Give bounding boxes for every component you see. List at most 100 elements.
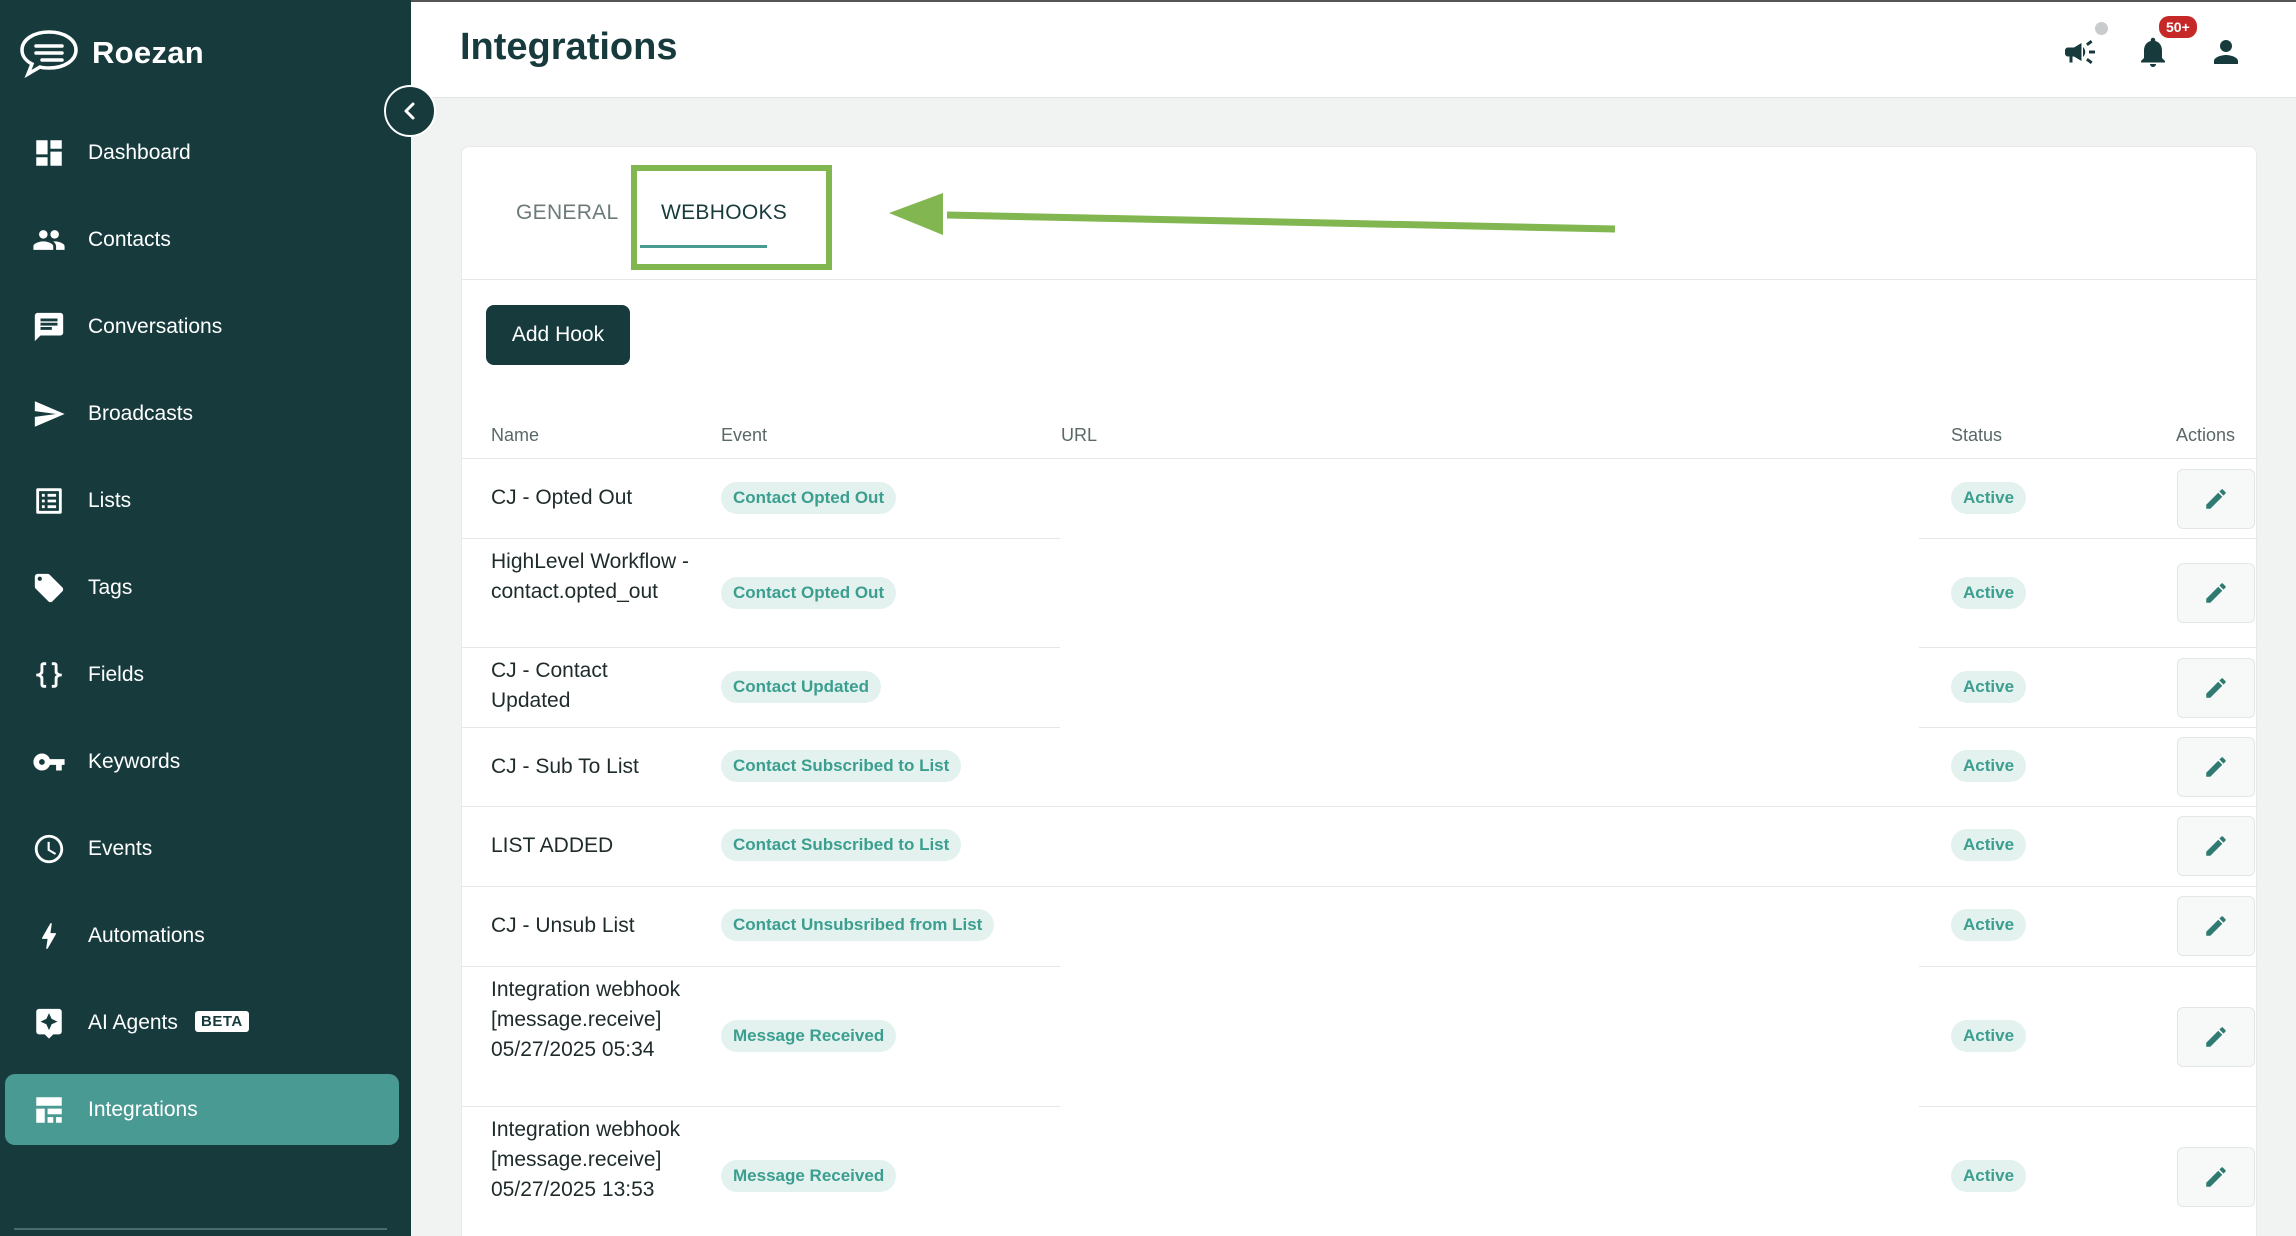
bell-icon[interactable] bbox=[2135, 34, 2171, 70]
sidebar-item-label: AI Agents bbox=[88, 1010, 178, 1034]
logo-chat-icon bbox=[20, 30, 78, 78]
sidebar-item-label: Keywords bbox=[88, 749, 181, 773]
sidebar-item-integrations[interactable]: Integrations bbox=[5, 1074, 399, 1145]
sidebar-item-events[interactable]: Events bbox=[5, 813, 399, 884]
event-badge: Contact Opted Out bbox=[721, 577, 897, 609]
pencil-icon bbox=[2206, 1167, 2226, 1187]
event-badge: Contact Subscribed to List bbox=[721, 829, 962, 861]
sparkle-icon bbox=[31, 1005, 67, 1041]
hook-name: CJ - Unsub List bbox=[491, 914, 635, 937]
top-header: Integrations 50+ bbox=[411, 0, 2296, 98]
column-header-actions: Actions bbox=[2176, 425, 2236, 445]
sidebar: Roezan Dashboard Contacts Conversations … bbox=[0, 0, 411, 1236]
column-header-event: Event bbox=[721, 425, 768, 445]
table-row: CJ - Opted Out Contact Opted Out Active bbox=[462, 459, 2258, 538]
column-header-status: Status bbox=[1951, 425, 2003, 445]
megaphone-icon[interactable] bbox=[2062, 34, 2098, 70]
sidebar-item-contacts[interactable]: Contacts bbox=[5, 204, 399, 275]
edit-button[interactable] bbox=[2177, 896, 2255, 956]
status-badge: Active bbox=[1951, 1020, 2027, 1052]
sidebar-item-conversations[interactable]: Conversations bbox=[5, 291, 399, 362]
list-icon bbox=[31, 483, 67, 519]
tag-icon bbox=[31, 570, 67, 606]
pencil-icon bbox=[2206, 916, 2226, 936]
event-badge: Contact Unsubsribed from List bbox=[721, 909, 995, 941]
tab-general[interactable]: GENERAL bbox=[516, 201, 618, 225]
sidebar-item-label: Integrations bbox=[88, 1097, 198, 1121]
dashboard-icon bbox=[31, 135, 67, 171]
status-badge: Active bbox=[1951, 829, 2027, 861]
annotation-highlight-box bbox=[631, 165, 832, 270]
sidebar-item-automations[interactable]: Automations bbox=[5, 900, 399, 971]
pencil-icon bbox=[2206, 583, 2226, 603]
hook-name: LIST ADDED bbox=[491, 834, 614, 857]
chevron-left-icon bbox=[404, 102, 415, 120]
sidebar-item-ai-agents[interactable]: AI Agents BETA bbox=[5, 987, 399, 1058]
sidebar-item-broadcasts[interactable]: Broadcasts bbox=[5, 378, 399, 449]
pencil-icon bbox=[2206, 678, 2226, 698]
pencil-icon bbox=[2206, 757, 2226, 777]
brand[interactable]: Roezan bbox=[18, 28, 204, 78]
beta-badge: BETA bbox=[195, 1011, 249, 1032]
status-badge: Active bbox=[1951, 577, 2027, 609]
add-hook-button[interactable]: Add Hook bbox=[486, 305, 630, 365]
sidebar-item-fields[interactable]: Fields bbox=[5, 639, 399, 710]
event-badge: Contact Opted Out bbox=[721, 482, 897, 514]
table-row: CJ - Unsub List Contact Unsubsribed from… bbox=[462, 887, 2258, 966]
sidebar-item-label: Lists bbox=[88, 488, 132, 512]
hook-name: CJ - Sub To List bbox=[491, 755, 639, 778]
sidebar-item-lists[interactable]: Lists bbox=[5, 465, 399, 536]
key-icon bbox=[31, 744, 67, 780]
event-badge: Message Received bbox=[721, 1020, 897, 1052]
table-row: Integration webhook [message.receive] 05… bbox=[462, 967, 2258, 1106]
integrations-icon bbox=[31, 1092, 67, 1128]
edit-button[interactable] bbox=[2177, 1007, 2255, 1067]
edit-button[interactable] bbox=[2177, 1147, 2255, 1207]
column-header-url: URL bbox=[1061, 425, 1098, 445]
sidebar-item-label: Fields bbox=[88, 662, 145, 686]
conversations-icon bbox=[31, 309, 67, 345]
status-badge: Active bbox=[1951, 671, 2027, 703]
status-badge: Active bbox=[1951, 482, 2027, 514]
collapse-sidebar-button[interactable] bbox=[384, 85, 436, 137]
pencil-icon bbox=[2206, 1027, 2226, 1047]
braces-icon bbox=[31, 657, 67, 693]
table-row: CJ - Sub To List Contact Subscribed to L… bbox=[462, 728, 2258, 806]
edit-button[interactable] bbox=[2177, 737, 2255, 797]
edit-button[interactable] bbox=[2177, 563, 2255, 623]
table-row: HighLevel Workflow - contact.opted_out C… bbox=[462, 539, 2258, 647]
hook-name: CJ - Contact Updated bbox=[491, 659, 608, 712]
pencil-icon bbox=[2206, 489, 2226, 509]
column-header-name: Name bbox=[491, 425, 540, 445]
status-dot bbox=[2095, 22, 2108, 35]
sidebar-item-tags[interactable]: Tags bbox=[5, 552, 399, 623]
hook-name: Integration webhook [message.receive] 05… bbox=[491, 1118, 681, 1201]
status-badge: Active bbox=[1951, 1160, 2027, 1192]
page-title: Integrations bbox=[460, 26, 678, 68]
sidebar-item-label: Conversations bbox=[88, 314, 223, 338]
status-badge: Active bbox=[1951, 750, 2027, 782]
table-row: CJ - Contact Updated Contact Updated Act… bbox=[462, 648, 2258, 727]
edit-button[interactable] bbox=[2177, 658, 2255, 718]
edit-button[interactable] bbox=[2177, 469, 2255, 529]
brand-name: Roezan bbox=[92, 35, 205, 70]
sidebar-item-label: Automations bbox=[88, 923, 205, 947]
hook-name: Integration webhook [message.receive] 05… bbox=[491, 978, 681, 1061]
send-icon bbox=[31, 396, 67, 432]
event-badge: Message Received bbox=[721, 1160, 897, 1192]
sidebar-item-keywords[interactable]: Keywords bbox=[5, 726, 399, 797]
status-badge: Active bbox=[1951, 909, 2027, 941]
sidebar-item-label: Contacts bbox=[88, 227, 171, 251]
notification-badge: 50+ bbox=[2159, 16, 2197, 38]
user-icon[interactable] bbox=[2208, 34, 2244, 70]
table-row: Integration webhook [message.receive] 05… bbox=[462, 1107, 2258, 1236]
edit-button[interactable] bbox=[2177, 816, 2255, 876]
sidebar-item-label: Broadcasts bbox=[88, 401, 194, 425]
hook-name: CJ - Opted Out bbox=[491, 486, 633, 509]
integrations-card: GENERAL WEBHOOKS Add Hook Name Event URL… bbox=[461, 146, 2258, 1236]
pencil-icon bbox=[2206, 836, 2226, 856]
bolt-icon bbox=[31, 918, 67, 954]
event-badge: Contact Subscribed to List bbox=[721, 750, 962, 782]
sidebar-item-label: Tags bbox=[88, 575, 133, 599]
sidebar-item-dashboard[interactable]: Dashboard bbox=[5, 117, 399, 188]
